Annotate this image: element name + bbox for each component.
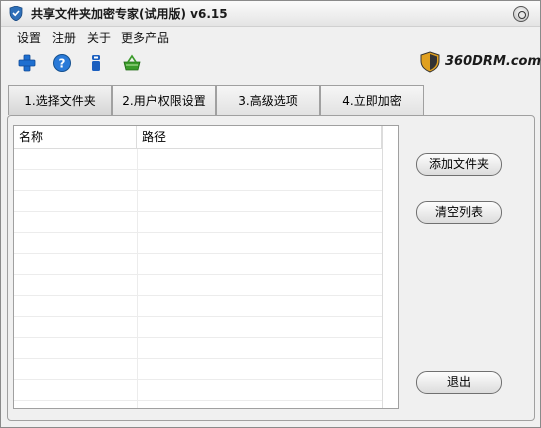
list-row — [14, 296, 382, 317]
column-header-name[interactable]: 名称 — [14, 126, 137, 149]
info-icon[interactable] — [86, 53, 106, 73]
menu-about[interactable]: 关于 — [87, 29, 111, 46]
list-row — [14, 275, 382, 296]
exit-button[interactable]: 退出 — [416, 371, 502, 394]
tab-advanced-options[interactable]: 3.高级选项 — [216, 85, 320, 115]
plus-icon[interactable] — [17, 53, 37, 73]
list-header: 名称 路径 — [14, 126, 398, 149]
brand-text: 360DRM.com — [445, 54, 541, 69]
menu-settings[interactable]: 设置 — [17, 29, 41, 46]
tab-select-folder[interactable]: 1.选择文件夹 — [8, 85, 112, 115]
list-row — [14, 380, 382, 401]
app-shield-icon — [9, 6, 23, 21]
svg-text:?: ? — [59, 57, 66, 71]
clear-list-button[interactable]: 清空列表 — [416, 201, 502, 224]
menu-more-products[interactable]: 更多产品 — [121, 29, 169, 46]
menu-register[interactable]: 注册 — [52, 29, 76, 46]
list-row — [14, 359, 382, 380]
menu-bar: 设置 注册 关于 更多产品 — [1, 27, 540, 47]
help-icon[interactable]: ? — [52, 53, 72, 73]
tab-user-permissions[interactable]: 2.用户权限设置 — [112, 85, 216, 115]
list-scroll-column[interactable] — [382, 126, 398, 408]
title-bar: 共享文件夹加密专家(试用版) v6.15 — [1, 1, 540, 27]
folder-list[interactable]: 名称 路径 — [13, 125, 399, 409]
window-title: 共享文件夹加密专家(试用版) v6.15 — [31, 7, 228, 21]
app-window: 共享文件夹加密专家(试用版) v6.15 设置 注册 关于 更多产品 ? 360… — [0, 0, 541, 428]
list-row — [14, 254, 382, 275]
list-row — [14, 317, 382, 338]
list-row — [14, 212, 382, 233]
tab-encrypt-now[interactable]: 4.立即加密 — [320, 85, 424, 115]
list-row — [14, 338, 382, 359]
brand-shield-icon — [420, 51, 440, 73]
list-row — [14, 233, 382, 254]
column-header-path[interactable]: 路径 — [137, 126, 382, 149]
list-row — [14, 191, 382, 212]
window-control-button[interactable] — [513, 6, 529, 22]
add-folder-button[interactable]: 添加文件夹 — [416, 153, 502, 176]
list-row — [14, 149, 382, 170]
list-row — [14, 170, 382, 191]
basket-icon[interactable] — [122, 53, 142, 73]
